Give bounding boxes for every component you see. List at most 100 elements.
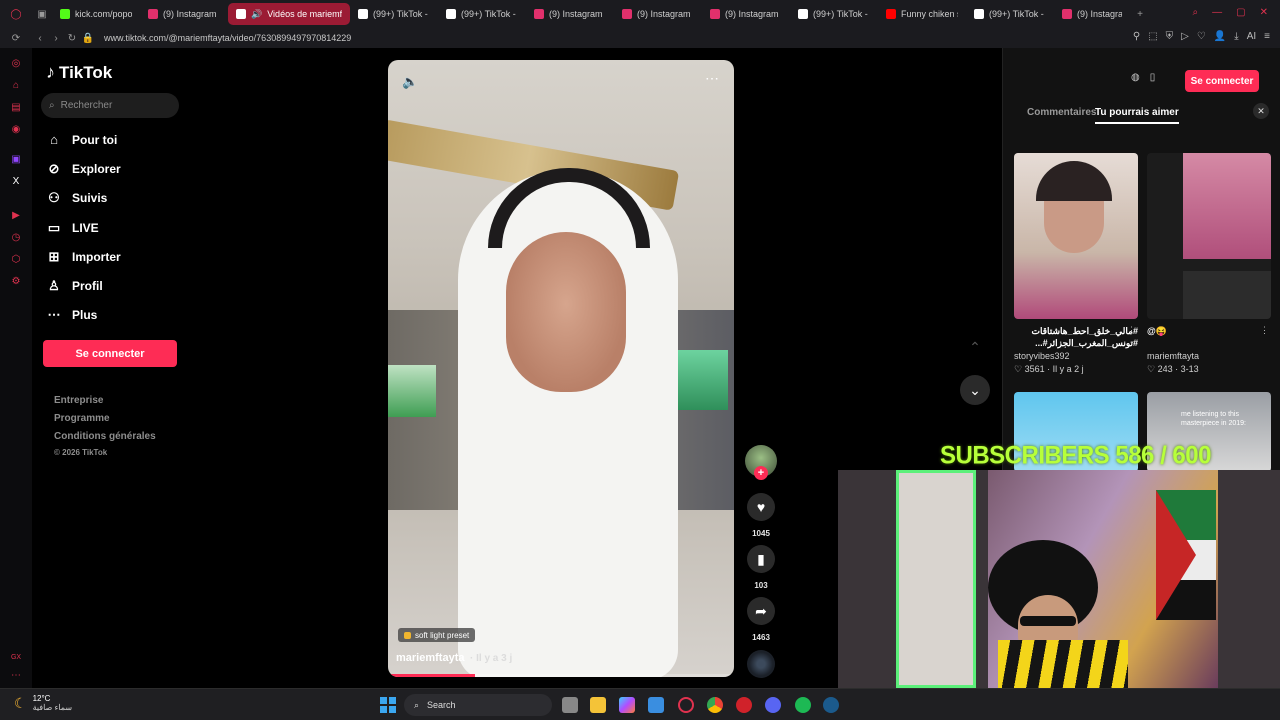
next-video-button[interactable]: ⌄ xyxy=(960,375,990,405)
steam-icon[interactable] xyxy=(823,697,839,713)
tab-6[interactable]: (9) Instagram xyxy=(614,3,702,25)
ai-icon[interactable]: AI xyxy=(1247,31,1256,42)
suggested-video-card[interactable]: @😝 mariemftayta ♡ 243 · 3-13 ⋮ xyxy=(1147,153,1271,375)
footer-link-conditions[interactable]: Conditions générales xyxy=(54,431,156,442)
windows-start-icon[interactable] xyxy=(380,697,396,713)
nav-item-suivis[interactable]: ⚇ Suivis xyxy=(46,190,107,206)
effect-badge[interactable]: soft light preset xyxy=(398,628,476,642)
player-icon[interactable]: ▶ xyxy=(10,210,22,222)
tab-3[interactable]: (99+) TikTok - M xyxy=(350,3,438,25)
nav-item-live[interactable]: ▭ LIVE xyxy=(46,220,99,236)
copilot-icon[interactable] xyxy=(619,697,635,713)
like-button[interactable]: ♥ xyxy=(747,493,775,521)
gx-icon[interactable]: GX xyxy=(10,652,22,664)
tab-10[interactable]: (99+) TikTok - M xyxy=(966,3,1054,25)
login-button-top[interactable]: Se connecter xyxy=(1185,70,1259,92)
workspace-icon[interactable]: ▣ xyxy=(32,9,52,20)
share-button[interactable]: ➦ xyxy=(747,597,775,625)
login-button[interactable]: Se connecter xyxy=(43,340,177,367)
screenshot-icon[interactable]: ⬚ xyxy=(1148,31,1157,42)
volume-icon[interactable]: 🔈 xyxy=(402,74,418,90)
music-disc[interactable] xyxy=(747,650,775,678)
chrome-icon[interactable] xyxy=(707,697,723,713)
tab-9[interactable]: Funny chiken sc xyxy=(878,3,966,25)
tab-5[interactable]: (9) Instagram xyxy=(526,3,614,25)
forward-icon[interactable]: › xyxy=(48,33,64,44)
chat-icon[interactable]: ▤ xyxy=(10,102,22,114)
history-icon[interactable]: ◷ xyxy=(10,232,22,244)
pin-icon[interactable]: ⚲ xyxy=(1133,31,1140,42)
store-icon[interactable] xyxy=(648,697,664,713)
more-options-icon[interactable]: ⋯ xyxy=(705,70,720,87)
x-icon[interactable]: X xyxy=(10,176,22,188)
settings-icon[interactable]: ⚙ xyxy=(10,276,22,288)
card-more-icon[interactable]: ⋮ xyxy=(1127,325,1136,336)
more-dots-icon[interactable]: ⋯ xyxy=(10,670,22,682)
messenger-icon[interactable]: ◉ xyxy=(10,124,22,136)
close-icon[interactable]: ✕ xyxy=(1260,7,1268,18)
nav-item-pour-toi[interactable]: ⌂ Pour toi xyxy=(46,132,117,148)
tab-11[interactable]: (9) Instagram xyxy=(1054,3,1130,25)
device-icon[interactable]: ▯ xyxy=(1150,72,1156,83)
menu-icon[interactable]: ≡ xyxy=(1264,31,1270,42)
chevron-down-icon: ⌄ xyxy=(969,382,981,398)
back-icon[interactable]: ‹ xyxy=(32,33,48,44)
speaker-icon[interactable]: 🔊 xyxy=(251,9,262,20)
tab-0[interactable]: kick.com/popou xyxy=(52,3,140,25)
discord-icon[interactable] xyxy=(765,697,781,713)
search-input[interactable]: ⌕ Rechercher xyxy=(41,93,179,118)
tiktok-favicon-icon xyxy=(236,9,246,19)
minimize-icon[interactable]: — xyxy=(1212,7,1222,18)
bag-icon[interactable]: ⌂ xyxy=(10,80,22,92)
opera-logo-icon[interactable]: ◯ xyxy=(0,9,32,20)
footer-link-entreprise[interactable]: Entreprise xyxy=(54,395,103,406)
tab-1[interactable]: (9) Instagram xyxy=(140,3,228,25)
nav-item-plus[interactable]: ⋯ Plus xyxy=(46,307,98,323)
close-panel-icon[interactable]: ✕ xyxy=(1253,103,1269,119)
nav-item-importer[interactable]: ⊞ Importer xyxy=(46,249,121,265)
maximize-icon[interactable]: ▢ xyxy=(1236,7,1245,18)
nav-item-explorer[interactable]: ⊘ Explorer xyxy=(46,161,121,177)
play-icon[interactable]: ▷ xyxy=(1181,31,1189,42)
new-tab-icon[interactable]: + xyxy=(1130,9,1150,20)
video-player[interactable]: 🔈 ⋯ soft light preset mariemftayta · Il … xyxy=(388,60,734,677)
tab-comments[interactable]: Commentaires xyxy=(1027,107,1096,118)
extensions-icon[interactable]: ⬡ xyxy=(10,254,22,266)
task-view-icon[interactable] xyxy=(562,697,578,713)
tab-2[interactable]: 🔊Vidéos de mariemftay xyxy=(228,3,350,25)
reload-sidebar-icon[interactable]: ⟳ xyxy=(0,33,32,44)
nav-item-profil[interactable]: ♙ Profil xyxy=(46,278,103,294)
suggested-video-card[interactable]: #مالي_خلق_احط_هاشتاقات #تونس_المغرب_الجز… xyxy=(1014,153,1138,375)
app-icon[interactable] xyxy=(736,697,752,713)
previous-video-button[interactable]: ⌃ xyxy=(960,332,990,362)
profile-icon[interactable]: 👤 xyxy=(1214,31,1226,42)
following-icon: ⚇ xyxy=(48,190,60,205)
search-tabs-icon[interactable]: ⌕ xyxy=(1193,7,1199,18)
heart-icon[interactable]: ♡ xyxy=(1197,31,1206,42)
footer-link-programme[interactable]: Programme xyxy=(54,413,110,424)
aria-icon[interactable]: ◎ xyxy=(10,58,22,70)
card-more-icon[interactable]: ⋮ xyxy=(1260,325,1269,336)
reload-icon[interactable]: ↻ xyxy=(64,33,80,44)
opera-gx-icon[interactable] xyxy=(678,697,694,713)
tiktok-logo[interactable]: ♪ TikTok xyxy=(46,62,112,83)
creator-tools-icon[interactable]: ◍ xyxy=(1131,72,1140,83)
tab-7[interactable]: (9) Instagram xyxy=(702,3,790,25)
follow-plus-icon[interactable]: + xyxy=(754,466,768,480)
video-author[interactable]: mariemftayta xyxy=(396,652,464,664)
weather-widget[interactable]: ☾ 12°C سماء صافية xyxy=(14,694,72,712)
tab-suggestions[interactable]: Tu pourrais aimer xyxy=(1095,107,1179,124)
video-progress-bar[interactable] xyxy=(388,674,734,677)
save-button[interactable]: ▮ xyxy=(747,545,775,573)
tab-4[interactable]: (99+) TikTok - M xyxy=(438,3,526,25)
twitch-icon[interactable]: ▣ xyxy=(10,154,22,166)
download-icon[interactable]: ⤓ xyxy=(1234,31,1238,42)
card-author[interactable]: mariemftayta xyxy=(1147,351,1271,361)
tab-8[interactable]: (99+) TikTok - M xyxy=(790,3,878,25)
spotify-icon[interactable] xyxy=(795,697,811,713)
card-author[interactable]: storyvibes392 xyxy=(1014,351,1138,361)
taskbar-search[interactable]: ⌕ Search xyxy=(404,694,552,716)
url-field[interactable]: www.tiktok.com/@mariemftayta/video/76308… xyxy=(104,33,351,43)
adblock-icon[interactable]: ⛨ xyxy=(1166,31,1174,42)
file-explorer-icon[interactable] xyxy=(590,697,606,713)
